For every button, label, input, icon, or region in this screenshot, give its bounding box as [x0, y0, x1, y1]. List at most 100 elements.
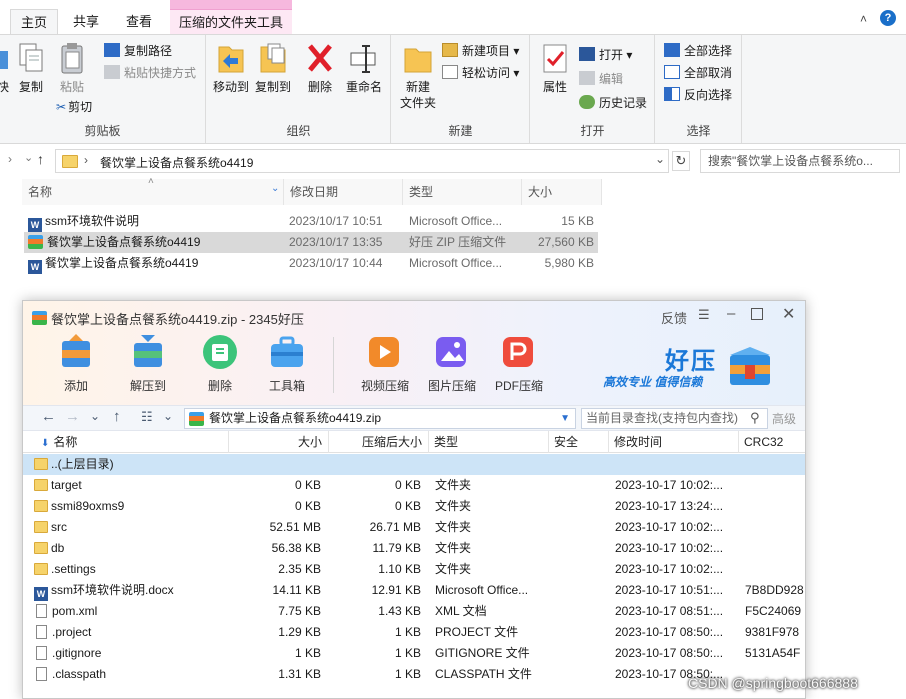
archive-row-packed: 1.43 KB: [378, 604, 421, 618]
explorer-row[interactable]: W 餐饮掌上设备点餐系统o4419 2023/10/17 10:44 Microsof…: [24, 253, 598, 274]
archive-path-box[interactable]: 餐饮掌上设备点餐系统o4419.zip ▼: [184, 408, 576, 429]
history-dropdown-icon[interactable]: ⌄: [90, 409, 100, 423]
hz-col-modified[interactable]: 修改时间: [609, 431, 739, 453]
explorer-row-date: 2023/10/17 10:51: [289, 214, 383, 228]
extract-to-button[interactable]: 解压到: [117, 333, 179, 394]
move-to-button[interactable]: 移动到: [211, 41, 251, 95]
edit-button[interactable]: 编辑: [579, 69, 623, 89]
image-compress-button[interactable]: 图片压缩: [421, 333, 483, 394]
advanced-search-link[interactable]: 高级: [772, 410, 796, 427]
column-header-size[interactable]: 大小: [522, 179, 602, 205]
view-mode-icon[interactable]: ☷: [141, 409, 153, 425]
open-button[interactable]: 打开 ▾: [579, 45, 632, 65]
archive-row[interactable]: Wssm环境软件说明.docx 14.11 KB 12.91 KB Microsoft…: [23, 580, 805, 601]
archive-search-input[interactable]: 当前目录查找(支持包内查找): [581, 408, 768, 429]
archive-row[interactable]: ..(上层目录): [23, 454, 805, 475]
view-mode-dropdown-icon[interactable]: ⌄: [163, 409, 173, 423]
feedback-link[interactable]: 反馈: [661, 308, 687, 327]
back-arrow-icon[interactable]: ←: [41, 408, 56, 425]
paste-button[interactable]: 粘贴: [55, 41, 89, 95]
recent-chevron-icon[interactable]: ⌄: [24, 151, 33, 164]
explorer-row[interactable]: 餐饮掌上设备点餐系统o4419 2023/10/17 13:35 好压 ZIP 压缩…: [24, 232, 598, 253]
archive-row-time: 2023-10-17 08:50:...: [615, 646, 724, 660]
hz-col-packed[interactable]: 压缩后大小: [329, 431, 429, 453]
tab-home[interactable]: 主页: [10, 9, 58, 34]
maximize-icon[interactable]: [751, 308, 763, 320]
path-dropdown-icon[interactable]: ▼: [560, 409, 570, 428]
help-icon[interactable]: ?: [880, 10, 896, 26]
search-icon[interactable]: ⚲: [750, 410, 760, 426]
easy-access-button[interactable]: 轻松访问 ▾: [442, 63, 519, 83]
cut-button[interactable]: ✂ 剪切: [56, 97, 92, 117]
delete-button[interactable]: 删除: [303, 41, 337, 95]
hz-col-type[interactable]: 类型: [429, 431, 549, 453]
archive-row[interactable]: target 0 KB 0 KB 文件夹 2023-10-17 10:02:...: [23, 475, 805, 496]
archive-row[interactable]: ssmi89oxms9 0 KB 0 KB 文件夹 2023-10-17 13:24:.…: [23, 496, 805, 517]
sort-ascending-icon: ˄: [148, 176, 154, 187]
zip-icon: [28, 235, 43, 249]
forward-arrow-icon[interactable]: ›: [8, 152, 12, 166]
archive-row-name: ..(上层目录): [51, 457, 114, 471]
new-folder-icon: [404, 48, 432, 73]
minimize-icon[interactable]: –: [727, 305, 735, 322]
properties-button[interactable]: 属性: [537, 41, 573, 95]
archive-row-size: 1.29 KB: [278, 625, 321, 639]
copy-path-button[interactable]: 复制路径: [104, 41, 172, 61]
haozip-window: 餐饮掌上设备点餐系统o4419.zip - 2345好压 反馈 ☰ – ✕ 添加…: [22, 300, 806, 699]
archive-row[interactable]: .project 1.29 KB 1 KB PROJECT 文件 2023-10-17 …: [23, 622, 805, 643]
archive-row[interactable]: .gitignore 1 KB 1 KB GITIGNORE 文件 2023-10-17…: [23, 643, 805, 664]
copy-to-button[interactable]: 复制到: [253, 41, 293, 95]
folder-icon: [34, 521, 48, 533]
copy-button[interactable]: 复制: [14, 41, 48, 95]
rename-button[interactable]: 重命名: [343, 41, 385, 95]
hz-col-size[interactable]: 大小: [229, 431, 329, 453]
explorer-row-type: Microsoft Office...: [409, 256, 503, 270]
address-path-box[interactable]: › 餐饮掌上设备点餐系统o4419 ⌄: [55, 149, 669, 173]
archive-row-time: 2023-10-17 10:02:...: [615, 562, 724, 576]
archive-row-type: 文件夹: [435, 478, 472, 492]
new-item-button[interactable]: 新建项目 ▾: [442, 41, 519, 61]
ribbon-minimize-icon[interactable]: ˄: [860, 12, 867, 26]
paste-shortcut-button[interactable]: 粘贴快捷方式: [104, 63, 196, 83]
archive-row[interactable]: src 52.51 MB 26.71 MB 文件夹 2023-10-17 10:02:.…: [23, 517, 805, 538]
new-folder-button[interactable]: 新建 文件夹: [398, 41, 438, 111]
column-header-date[interactable]: 修改日期: [284, 179, 403, 205]
tab-view[interactable]: 查看: [114, 9, 164, 34]
close-icon[interactable]: ✕: [782, 304, 795, 324]
menu-icon[interactable]: ☰: [698, 307, 710, 323]
toolbox-button[interactable]: 工具箱: [256, 333, 318, 394]
archive-row-type: CLASSPATH 文件: [435, 667, 532, 681]
hz-col-security[interactable]: 安全: [549, 431, 609, 453]
column-header-type[interactable]: 类型: [403, 179, 522, 205]
pin-button[interactable]: 快: [0, 41, 12, 95]
forward-arrow-icon[interactable]: →: [65, 408, 80, 425]
copy-icon: [19, 43, 43, 72]
up-level-icon[interactable]: ↑: [113, 408, 121, 425]
archive-row[interactable]: db 56.38 KB 11.79 KB 文件夹 2023-10-17 10:02:..…: [23, 538, 805, 559]
column-dropdown-icon[interactable]: ⌄: [271, 183, 279, 194]
select-all-button[interactable]: 全部选择: [664, 41, 732, 61]
address-dropdown-icon[interactable]: ⌄: [655, 152, 665, 166]
explorer-row[interactable]: Wssm环境软件说明 2023/10/17 10:51 Microsoft Offi…: [24, 211, 598, 232]
archive-row-name: pom.xml: [52, 604, 98, 618]
breadcrumb-current[interactable]: 餐饮掌上设备点餐系统o4419: [100, 154, 253, 171]
select-none-button[interactable]: 全部取消: [664, 63, 732, 83]
tab-share[interactable]: 共享: [62, 9, 110, 34]
archive-path: 餐饮掌上设备点餐系统o4419.zip: [209, 411, 382, 425]
refresh-icon[interactable]: ↻: [672, 151, 690, 171]
history-button[interactable]: 历史记录: [579, 93, 647, 113]
hz-col-crc32[interactable]: CRC32: [739, 431, 805, 453]
rename-icon: [350, 45, 376, 73]
archive-row-packed: 1 KB: [394, 625, 421, 639]
archive-row[interactable]: pom.xml 7.75 KB 1.43 KB XML 文档 2023-10-17 08…: [23, 601, 805, 622]
hz-col-name[interactable]: ⬇ 名称: [23, 431, 229, 453]
delete-archive-button[interactable]: 删除: [189, 333, 251, 394]
up-arrow-icon[interactable]: ↑: [37, 151, 44, 167]
add-button[interactable]: 添加: [45, 333, 107, 394]
video-compress-button[interactable]: 视频压缩: [354, 333, 416, 394]
tab-compressed-folder-tools[interactable]: 压缩的文件夹工具: [170, 9, 292, 34]
pdf-compress-button[interactable]: PDF压缩: [488, 333, 550, 394]
explorer-search-input[interactable]: 搜索"餐饮掌上设备点餐系统o...: [700, 149, 900, 173]
invert-selection-button[interactable]: 反向选择: [664, 85, 732, 105]
archive-row[interactable]: .settings 2.35 KB 1.10 KB 文件夹 2023-10-17 10:…: [23, 559, 805, 580]
